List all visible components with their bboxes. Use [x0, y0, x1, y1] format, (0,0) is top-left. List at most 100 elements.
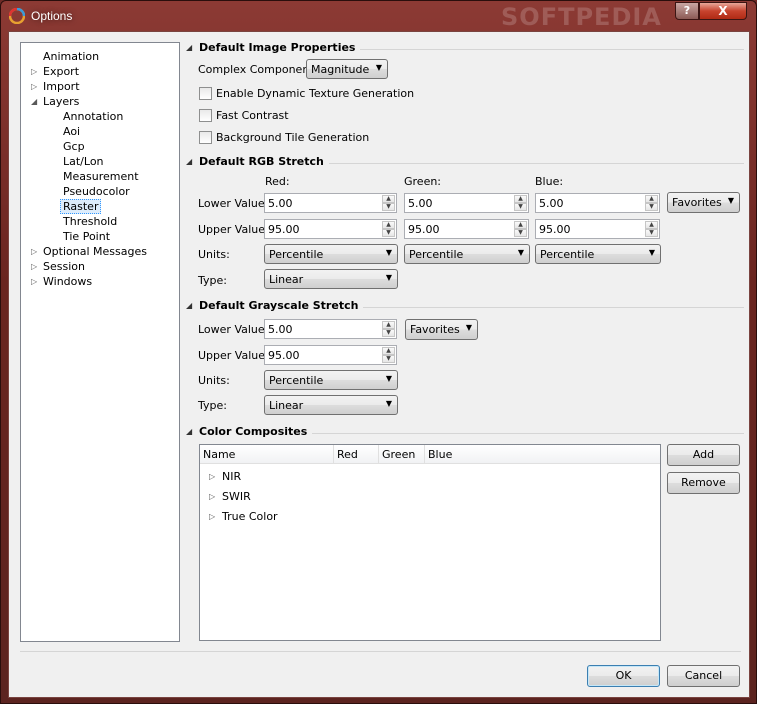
- chevron-down-icon: ▼: [385, 248, 392, 257]
- green-lower-spinbox[interactable]: 5.00 ▲ ▼: [404, 193, 529, 213]
- background-tile-checkbox[interactable]: [199, 131, 212, 144]
- spin-up-icon[interactable]: ▲: [514, 195, 527, 203]
- green-upper-spinbox[interactable]: 95.00 ▲ ▼: [404, 219, 529, 239]
- spin-down-icon[interactable]: ▼: [514, 203, 527, 211]
- spin-down-icon[interactable]: ▼: [645, 229, 658, 237]
- tree-item-optional-messages[interactable]: ▷ Optional Messages: [31, 244, 147, 259]
- spin-down-icon[interactable]: ▼: [382, 355, 395, 363]
- column-header-green[interactable]: Green: [379, 445, 425, 464]
- gray-lower-spinbox[interactable]: 5.00 ▲ ▼: [264, 319, 397, 339]
- tree-item-annotation[interactable]: Annotation: [63, 109, 123, 124]
- tree-item-session[interactable]: ▷ Session: [31, 259, 85, 274]
- spin-up-icon[interactable]: ▲: [645, 195, 658, 203]
- collapse-arrow-icon[interactable]: ◢: [31, 94, 41, 109]
- expand-arrow-icon[interactable]: ▷: [209, 508, 215, 526]
- gray-upper-label: Upper Value:: [198, 349, 269, 362]
- fast-contrast-checkbox[interactable]: [199, 109, 212, 122]
- table-row[interactable]: ▷ NIR: [200, 468, 241, 486]
- tree-item-pseudocolor[interactable]: Pseudocolor: [63, 184, 130, 199]
- blue-units-select[interactable]: Percentile ▼: [535, 244, 661, 264]
- complex-component-select[interactable]: Magnitude ▼: [306, 59, 388, 79]
- tree-item-tie-point[interactable]: Tie Point: [63, 229, 110, 244]
- tree-item-threshold[interactable]: Threshold: [63, 214, 117, 229]
- options-window: Options SOFTPEDIA ? X Animation ▷ Export …: [0, 0, 757, 704]
- spin-up-icon[interactable]: ▲: [645, 221, 658, 229]
- tree-item-import[interactable]: ▷ Import: [31, 79, 80, 94]
- spin-up-icon[interactable]: ▲: [382, 347, 395, 355]
- spin-down-icon[interactable]: ▼: [382, 329, 395, 337]
- spin-down-icon[interactable]: ▼: [382, 203, 395, 211]
- green-units-select[interactable]: Percentile ▼: [404, 244, 530, 264]
- tree-item-aoi[interactable]: Aoi: [63, 124, 80, 139]
- column-header-name[interactable]: Name: [200, 445, 334, 464]
- rgb-lower-label: Lower Value:: [198, 197, 269, 210]
- blue-upper-spinbox[interactable]: 95.00 ▲ ▼: [535, 219, 660, 239]
- rgb-type-select[interactable]: Linear ▼: [264, 269, 398, 289]
- section-collapse-icon[interactable]: ◢: [186, 427, 192, 436]
- gray-type-select[interactable]: Linear ▼: [264, 395, 398, 415]
- background-tile-label[interactable]: Background Tile Generation: [216, 131, 369, 144]
- expand-arrow-icon[interactable]: ▷: [31, 64, 41, 79]
- rgb-units-label: Units:: [198, 248, 230, 261]
- remove-composite-button[interactable]: Remove: [667, 472, 740, 494]
- chevron-down-icon: ▼: [385, 399, 392, 408]
- table-row[interactable]: ▷ SWIR: [200, 488, 251, 506]
- watermark: SOFTPEDIA: [501, 3, 662, 31]
- tree-item-measurement[interactable]: Measurement: [63, 169, 139, 184]
- tree-item-raster[interactable]: Raster: [60, 199, 102, 214]
- gray-type-label: Type:: [198, 399, 227, 412]
- gray-units-select[interactable]: Percentile ▼: [264, 370, 398, 390]
- section-collapse-icon[interactable]: ◢: [186, 43, 192, 52]
- close-button[interactable]: X: [699, 2, 747, 20]
- column-header-blue[interactable]: Blue: [425, 445, 485, 464]
- expand-arrow-icon[interactable]: ▷: [31, 79, 41, 94]
- blue-lower-spinbox[interactable]: 5.00 ▲ ▼: [535, 193, 660, 213]
- window-title: Options: [31, 9, 73, 23]
- spin-down-icon[interactable]: ▼: [645, 203, 658, 211]
- spin-up-icon[interactable]: ▲: [514, 221, 527, 229]
- fast-contrast-label[interactable]: Fast Contrast: [216, 109, 289, 122]
- spin-down-icon[interactable]: ▼: [514, 229, 527, 237]
- section-rgb-stretch: ◢ Default RGB Stretch: [184, 155, 744, 171]
- expand-arrow-icon[interactable]: ▷: [209, 488, 215, 506]
- add-composite-button[interactable]: Add: [667, 444, 740, 466]
- tree-item-layers[interactable]: ◢ Layers: [31, 94, 79, 109]
- dynamic-texture-checkbox[interactable]: [199, 87, 212, 100]
- spin-up-icon[interactable]: ▲: [382, 321, 395, 329]
- red-units-select[interactable]: Percentile ▼: [264, 244, 398, 264]
- table-row[interactable]: ▷ True Color: [200, 508, 278, 526]
- expand-arrow-icon[interactable]: ▷: [209, 468, 215, 486]
- expand-arrow-icon[interactable]: ▷: [31, 244, 41, 259]
- spin-up-icon[interactable]: ▲: [382, 195, 395, 203]
- red-upper-spinbox[interactable]: 95.00 ▲ ▼: [264, 219, 397, 239]
- dynamic-texture-label[interactable]: Enable Dynamic Texture Generation: [216, 87, 414, 100]
- tree-item-windows[interactable]: ▷ Windows: [31, 274, 92, 289]
- gray-upper-spinbox[interactable]: 95.00 ▲ ▼: [264, 345, 397, 365]
- color-composites-table[interactable]: Name Red Green Blue ▷ NIR ▷ SWIR ▷ True …: [199, 444, 661, 641]
- tree-item-gcp[interactable]: Gcp: [63, 139, 85, 154]
- blue-header: Blue:: [535, 175, 564, 188]
- gray-favorites-button[interactable]: Favorites ▼: [405, 319, 478, 340]
- tree-item-latlon[interactable]: Lat/Lon: [63, 154, 104, 169]
- column-header-red[interactable]: Red: [334, 445, 379, 464]
- red-lower-spinbox[interactable]: 5.00 ▲ ▼: [264, 193, 397, 213]
- section-collapse-icon[interactable]: ◢: [186, 301, 192, 310]
- dialog-client: Animation ▷ Export ▷ Import ◢ Layers Annota…: [8, 31, 750, 698]
- chevron-down-icon: ▼: [517, 248, 524, 257]
- ok-button[interactable]: OK: [587, 665, 660, 687]
- tree-item-animation[interactable]: Animation: [43, 49, 99, 64]
- expand-arrow-icon[interactable]: ▷: [31, 274, 41, 289]
- cancel-button[interactable]: Cancel: [667, 665, 740, 687]
- options-tree[interactable]: Animation ▷ Export ▷ Import ◢ Layers Annota…: [20, 42, 180, 642]
- expand-arrow-icon[interactable]: ▷: [31, 259, 41, 274]
- spin-up-icon[interactable]: ▲: [382, 221, 395, 229]
- title-bar[interactable]: Options SOFTPEDIA ? X: [1, 1, 756, 31]
- section-color-composites: ◢ Color Composites: [184, 425, 744, 441]
- section-collapse-icon[interactable]: ◢: [186, 157, 192, 166]
- red-header: Red:: [265, 175, 290, 188]
- spin-down-icon[interactable]: ▼: [382, 229, 395, 237]
- tree-item-export[interactable]: ▷ Export: [31, 64, 79, 79]
- chevron-down-icon: ▼: [375, 63, 382, 72]
- help-button[interactable]: ?: [675, 2, 699, 20]
- rgb-favorites-button[interactable]: Favorites ▼: [667, 192, 740, 213]
